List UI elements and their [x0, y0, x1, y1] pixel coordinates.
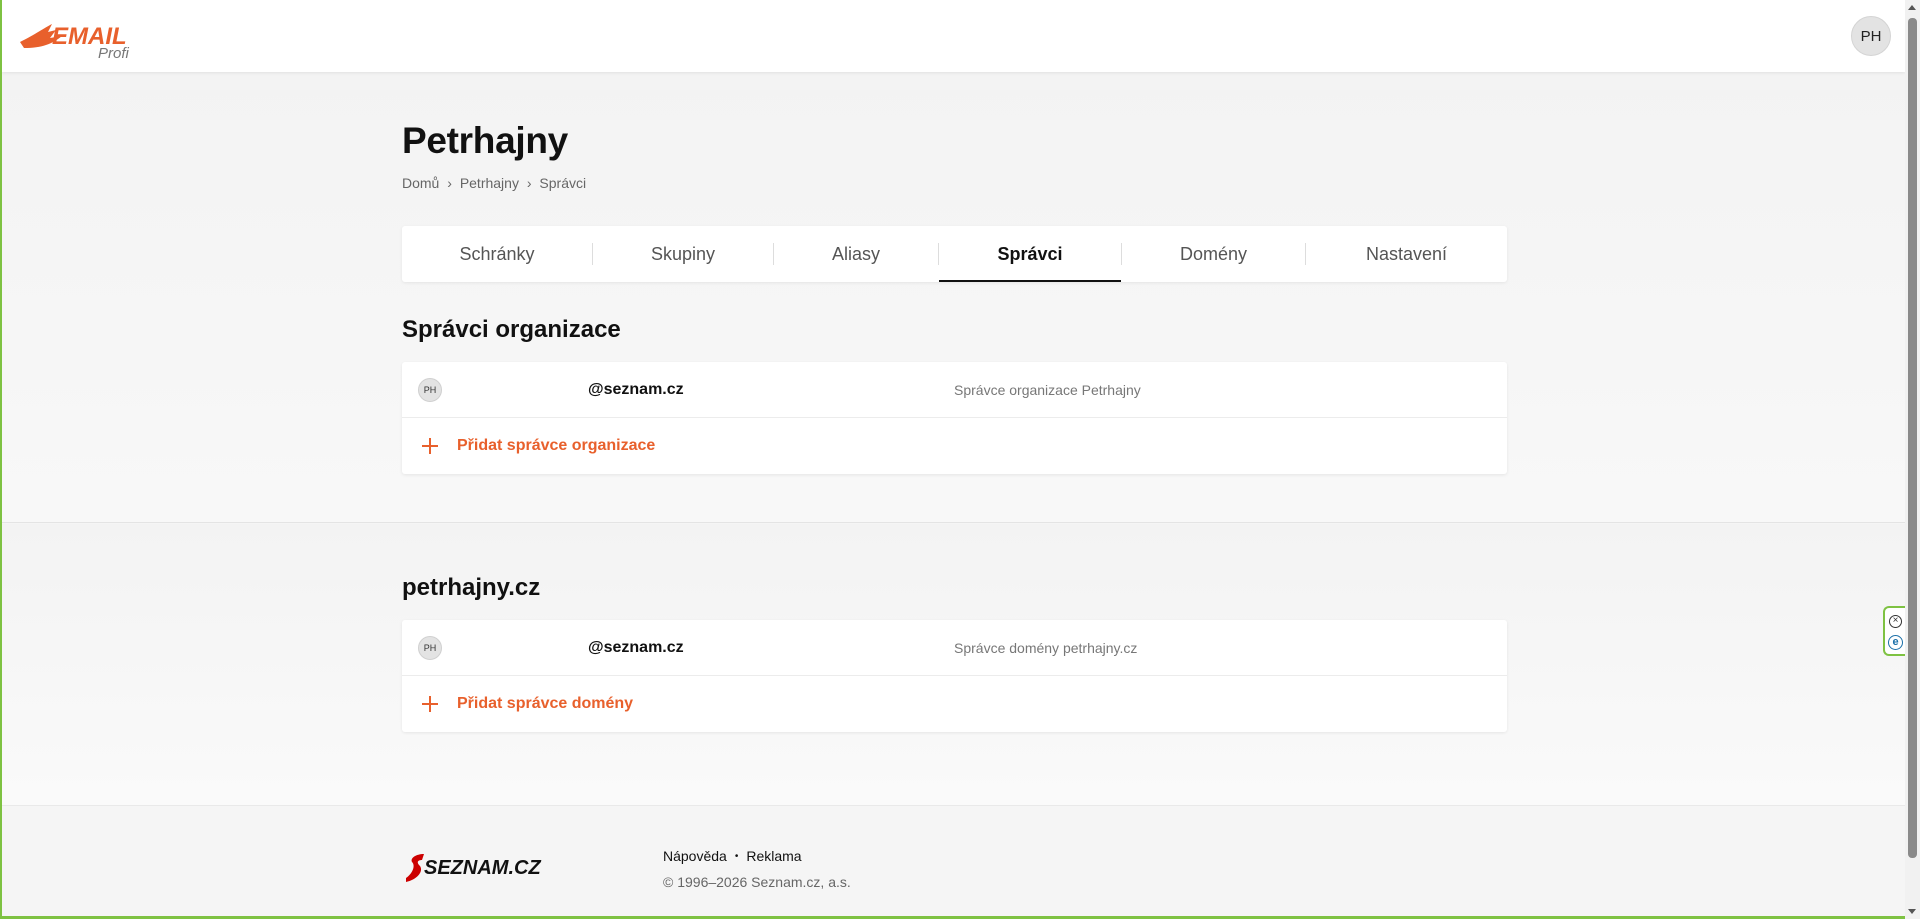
org-admins-card: PH @seznam.cz Správce organizace Petrhaj…: [402, 362, 1507, 474]
help-link[interactable]: Nápověda: [663, 848, 727, 864]
close-icon[interactable]: ×: [1889, 615, 1902, 628]
footer-link-separator: •: [734, 850, 739, 862]
breadcrumb-separator: ›: [526, 175, 532, 191]
tab-schranky[interactable]: Schránky: [402, 226, 592, 282]
tab-spravci[interactable]: Správci: [939, 226, 1121, 282]
admin-role: Správce domény petrhajny.cz: [954, 640, 1138, 656]
ads-link[interactable]: Reklama: [746, 848, 801, 864]
scroll-down-arrow-icon[interactable]: [1908, 909, 1916, 914]
plus-icon: [420, 694, 440, 714]
admin-avatar: PH: [418, 378, 442, 402]
tab-aliasy[interactable]: Aliasy: [774, 226, 938, 282]
scroll-up-arrow-icon[interactable]: [1908, 5, 1916, 10]
vertical-scrollbar[interactable]: [1905, 0, 1920, 919]
scroll-thumb[interactable]: [1908, 18, 1917, 858]
breadcrumb-org[interactable]: Petrhajny: [460, 175, 519, 191]
org-admins-heading: Správci organizace: [402, 316, 621, 343]
domain-heading: petrhajny.cz: [402, 574, 541, 601]
tab-bar: Schránky Skupiny Aliasy Správci Domény N…: [402, 226, 1507, 282]
add-domain-admin-label: Přidat správce domény: [457, 695, 634, 712]
admin-avatar: PH: [418, 636, 442, 660]
domain-section: petrhajny.cz PH @seznam.cz Správce domén…: [2, 524, 1905, 806]
footer: SEZNAM.CZ Nápověda • Reklama © 1996–2026…: [2, 806, 1905, 916]
copyright: © 1996–2026 Seznam.cz, a.s.: [663, 874, 851, 890]
extension-e-icon[interactable]: e: [1888, 635, 1903, 650]
tab-domeny[interactable]: Domény: [1122, 226, 1305, 282]
org-section: Petrhajny Domů › Petrhajny › Správci Sch…: [2, 72, 1905, 523]
side-widget: × e: [1883, 606, 1905, 656]
footer-links: Nápověda • Reklama: [663, 848, 802, 864]
tab-skupiny[interactable]: Skupiny: [593, 226, 773, 282]
admin-email: @seznam.cz: [588, 639, 684, 656]
admin-row[interactable]: PH @seznam.cz Správce organizace Petrhaj…: [402, 362, 1507, 418]
domain-admins-card: PH @seznam.cz Správce domény petrhajny.c…: [402, 620, 1507, 732]
svg-text:SEZNAM.CZ: SEZNAM.CZ: [424, 857, 541, 879]
page-title: Petrhajny: [402, 120, 568, 161]
user-avatar[interactable]: PH: [1851, 16, 1891, 56]
add-org-admin-label: Přidat správce organizace: [457, 437, 656, 454]
breadcrumb-separator: ›: [447, 175, 452, 191]
add-org-admin-button[interactable]: Přidat správce organizace: [402, 418, 1507, 474]
seznam-logo[interactable]: SEZNAM.CZ: [402, 848, 562, 888]
admin-role: Správce organizace Petrhajny: [954, 382, 1141, 398]
browser-frame: EMAIL Profi PH Petrhajny Domů › Petrhajn…: [0, 0, 1905, 919]
breadcrumb: Domů › Petrhajny › Správci: [402, 175, 586, 191]
breadcrumb-current: Správci: [539, 175, 587, 191]
svg-text:Profi: Profi: [98, 45, 130, 62]
email-profi-logo[interactable]: EMAIL Profi: [18, 14, 148, 62]
breadcrumb-home[interactable]: Domů: [402, 175, 439, 191]
top-bar: EMAIL Profi PH: [2, 0, 1905, 72]
plus-icon: [420, 436, 440, 456]
admin-row[interactable]: PH @seznam.cz Správce domény petrhajny.c…: [402, 620, 1507, 676]
tab-nastaveni[interactable]: Nastavení: [1306, 226, 1507, 282]
admin-email: @seznam.cz: [588, 381, 684, 398]
add-domain-admin-button[interactable]: Přidat správce domény: [402, 676, 1507, 732]
